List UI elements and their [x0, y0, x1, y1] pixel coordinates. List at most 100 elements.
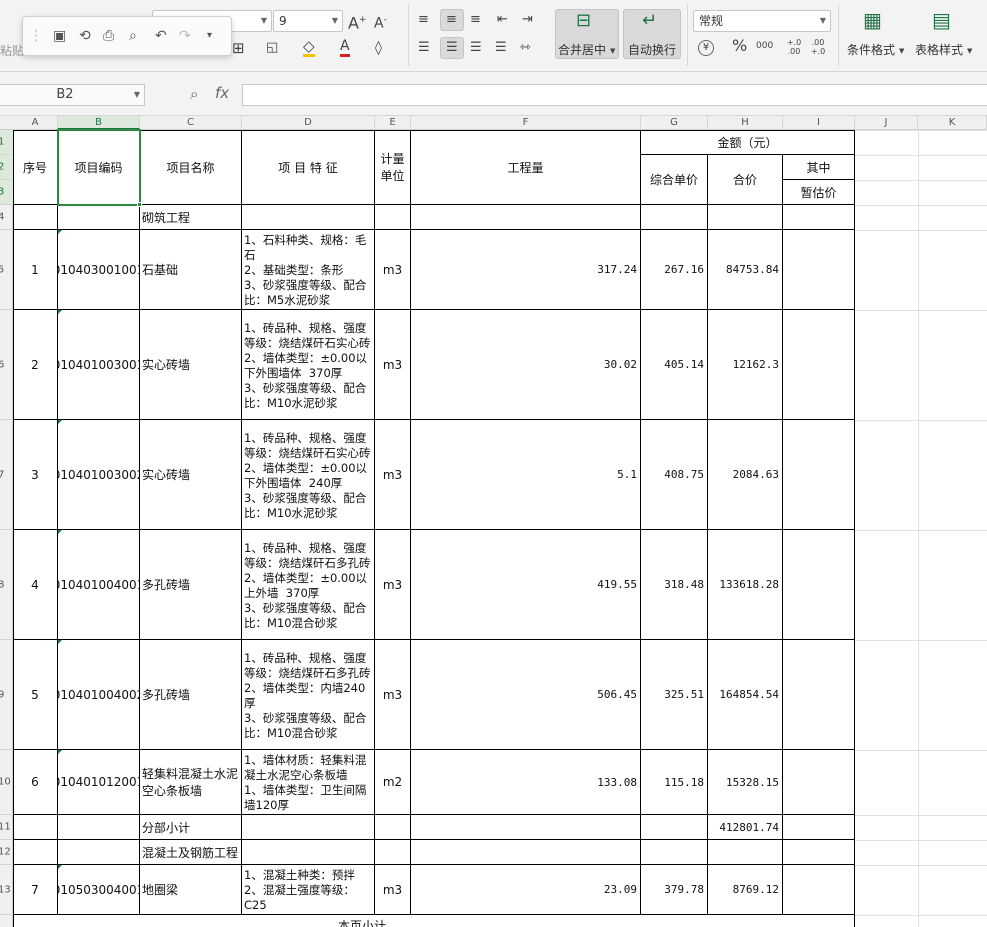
table-row-code[interactable]: 010503004001	[58, 865, 140, 915]
header-provisional[interactable]: 暂估价	[783, 180, 855, 205]
table-row-feature[interactable]: 1、砖品种、规格、强度等级：烧结煤矸石实心砖 2、墙体类型：±0.00以下外围墙…	[242, 420, 375, 530]
table-row-seq[interactable]	[13, 840, 58, 865]
customize-dropdown-icon[interactable]: ▾	[207, 30, 212, 41]
table-row-feature[interactable]: 1、砖品种、规格、强度等级：烧结煤矸石实心砖 2、墙体类型：±0.00以下外围墙…	[242, 310, 375, 420]
table-row-code[interactable]	[58, 205, 140, 230]
decrease-font-icon[interactable]: A-	[374, 12, 387, 32]
table-row-total[interactable]	[708, 840, 783, 865]
partial-row[interactable]: 本页小计	[13, 915, 855, 927]
table-row-seq[interactable]: 2	[13, 310, 58, 420]
table-row-name[interactable]: 轻集料混凝土水泥空心条板墙	[140, 750, 242, 815]
zoom-search-icon[interactable]: ⌕	[190, 85, 198, 103]
table-row-quantity[interactable]: 419.55	[411, 530, 641, 640]
distribute-icon[interactable]: ⇿	[520, 40, 531, 56]
table-row-unit[interactable]: m3	[375, 310, 411, 420]
table-row-total[interactable]: 15328.15	[708, 750, 783, 815]
table-row-seq[interactable]: 4	[13, 530, 58, 640]
table-row-seq[interactable]: 7	[13, 865, 58, 915]
table-row-code[interactable]	[58, 815, 140, 840]
align-left-icon[interactable]: ☰	[418, 40, 430, 56]
table-row-total[interactable]: 164854.54	[708, 640, 783, 750]
fill-color-icon[interactable]: ◇	[303, 38, 315, 57]
indent-increase-icon[interactable]: ⇥	[522, 12, 533, 28]
table-row-feature[interactable]	[242, 840, 375, 865]
table-row-code[interactable]: 010403001001	[58, 230, 140, 310]
table-row-provisional[interactable]	[783, 230, 855, 310]
font-size-select[interactable]: 9 ▼	[273, 10, 343, 32]
table-row-quantity[interactable]: 30.02	[411, 310, 641, 420]
thousands-separator-icon[interactable]: 000	[756, 38, 773, 54]
decrease-decimal-icon[interactable]: .00 +.0	[810, 38, 826, 56]
table-row-provisional[interactable]	[783, 420, 855, 530]
table-row-total[interactable]	[708, 205, 783, 230]
table-row-code[interactable]: 010401003001	[58, 310, 140, 420]
align-top-icon[interactable]: ≡	[418, 12, 429, 28]
table-row-unit-price[interactable]: 115.18	[641, 750, 708, 815]
table-row-unit[interactable]: m3	[375, 865, 411, 915]
table-row-provisional[interactable]	[783, 815, 855, 840]
row-header-4[interactable]: 4	[0, 205, 13, 230]
conditional-format-label[interactable]: 条件格式	[847, 41, 895, 58]
table-row-provisional[interactable]	[783, 640, 855, 750]
column-header-a[interactable]: A	[13, 116, 58, 130]
table-row-quantity[interactable]: 5.1	[411, 420, 641, 530]
table-row-total[interactable]: 2084.63	[708, 420, 783, 530]
table-row-seq[interactable]: 6	[13, 750, 58, 815]
column-header-d[interactable]: D	[242, 116, 375, 130]
table-row-provisional[interactable]	[783, 840, 855, 865]
table-row-unit[interactable]: m2	[375, 750, 411, 815]
table-row-name[interactable]: 实心砖墙	[140, 420, 242, 530]
table-row-unit[interactable]: m3	[375, 230, 411, 310]
indent-decrease-icon[interactable]: ⇤	[497, 12, 508, 28]
table-row-quantity[interactable]: 133.08	[411, 750, 641, 815]
header-name[interactable]: 项目名称	[140, 130, 242, 205]
table-row-name[interactable]: 实心砖墙	[140, 310, 242, 420]
table-row-seq[interactable]	[13, 815, 58, 840]
print-icon[interactable]: ⎙	[103, 28, 114, 44]
table-row-total[interactable]: 12162.3	[708, 310, 783, 420]
header-amount[interactable]: 金额（元）	[641, 130, 855, 155]
table-style-icon[interactable]: ▤	[932, 10, 951, 30]
table-row-name[interactable]: 分部小计	[140, 815, 242, 840]
table-row-unit[interactable]	[375, 815, 411, 840]
table-row-total[interactable]: 412801.74	[708, 815, 783, 840]
header-unit[interactable]: 计量 单位	[375, 130, 411, 205]
table-row-code[interactable]: 010401012001	[58, 750, 140, 815]
header-feature[interactable]: 项 目 特 征	[242, 130, 375, 205]
table-row-unit-price[interactable]	[641, 840, 708, 865]
table-row-quantity[interactable]: 23.09	[411, 865, 641, 915]
formula-input[interactable]	[242, 84, 987, 106]
conditional-format-icon[interactable]: ▦	[863, 10, 882, 30]
number-format-select[interactable]: 常规 ▼	[693, 10, 831, 32]
table-row-unit[interactable]: m3	[375, 530, 411, 640]
table-row-quantity[interactable]	[411, 840, 641, 865]
table-row-name[interactable]: 砌筑工程	[140, 205, 242, 230]
table-row-unit-price[interactable]: 325.51	[641, 640, 708, 750]
table-row-quantity[interactable]	[411, 205, 641, 230]
print-preview-icon[interactable]: ⌕	[129, 28, 137, 44]
row-header-10[interactable]: 10	[0, 750, 13, 815]
row-header-1[interactable]: 1	[0, 130, 13, 155]
increase-font-icon[interactable]: A+	[348, 12, 367, 31]
table-row-code[interactable]: 010401004001	[58, 530, 140, 640]
table-row-provisional[interactable]	[783, 310, 855, 420]
table-row-seq[interactable]	[13, 205, 58, 230]
column-header-f[interactable]: F	[411, 116, 641, 130]
table-row-unit-price[interactable]: 267.16	[641, 230, 708, 310]
table-row-feature[interactable]: 1、墙体材质：轻集料混凝土水泥空心条板墙 1、墙体类型：卫生间隔墙120厚	[242, 750, 375, 815]
table-row-total[interactable]: 84753.84	[708, 230, 783, 310]
table-row-unit-price[interactable]: 318.48	[641, 530, 708, 640]
table-row-name[interactable]: 混凝土及钢筋工程	[140, 840, 242, 865]
currency-icon[interactable]: ¥	[698, 40, 714, 56]
table-row-code[interactable]: 010401004002	[58, 640, 140, 750]
column-header-b[interactable]: B	[58, 116, 140, 130]
column-header-k[interactable]: K	[918, 116, 987, 130]
table-row-unit[interactable]: m3	[375, 640, 411, 750]
row-header-6[interactable]: 6	[0, 310, 13, 420]
save-icon[interactable]: ▣	[53, 28, 66, 44]
table-row-total[interactable]: 8769.12	[708, 865, 783, 915]
row-header-9[interactable]: 9	[0, 640, 13, 750]
header-seq[interactable]: 序号	[13, 130, 58, 205]
table-row-feature[interactable]: 1、砖品种、规格、强度等级：烧结煤矸石多孔砖 2、墙体类型：内墙240厚 3、砂…	[242, 640, 375, 750]
row-header-3[interactable]: 3	[0, 180, 13, 205]
